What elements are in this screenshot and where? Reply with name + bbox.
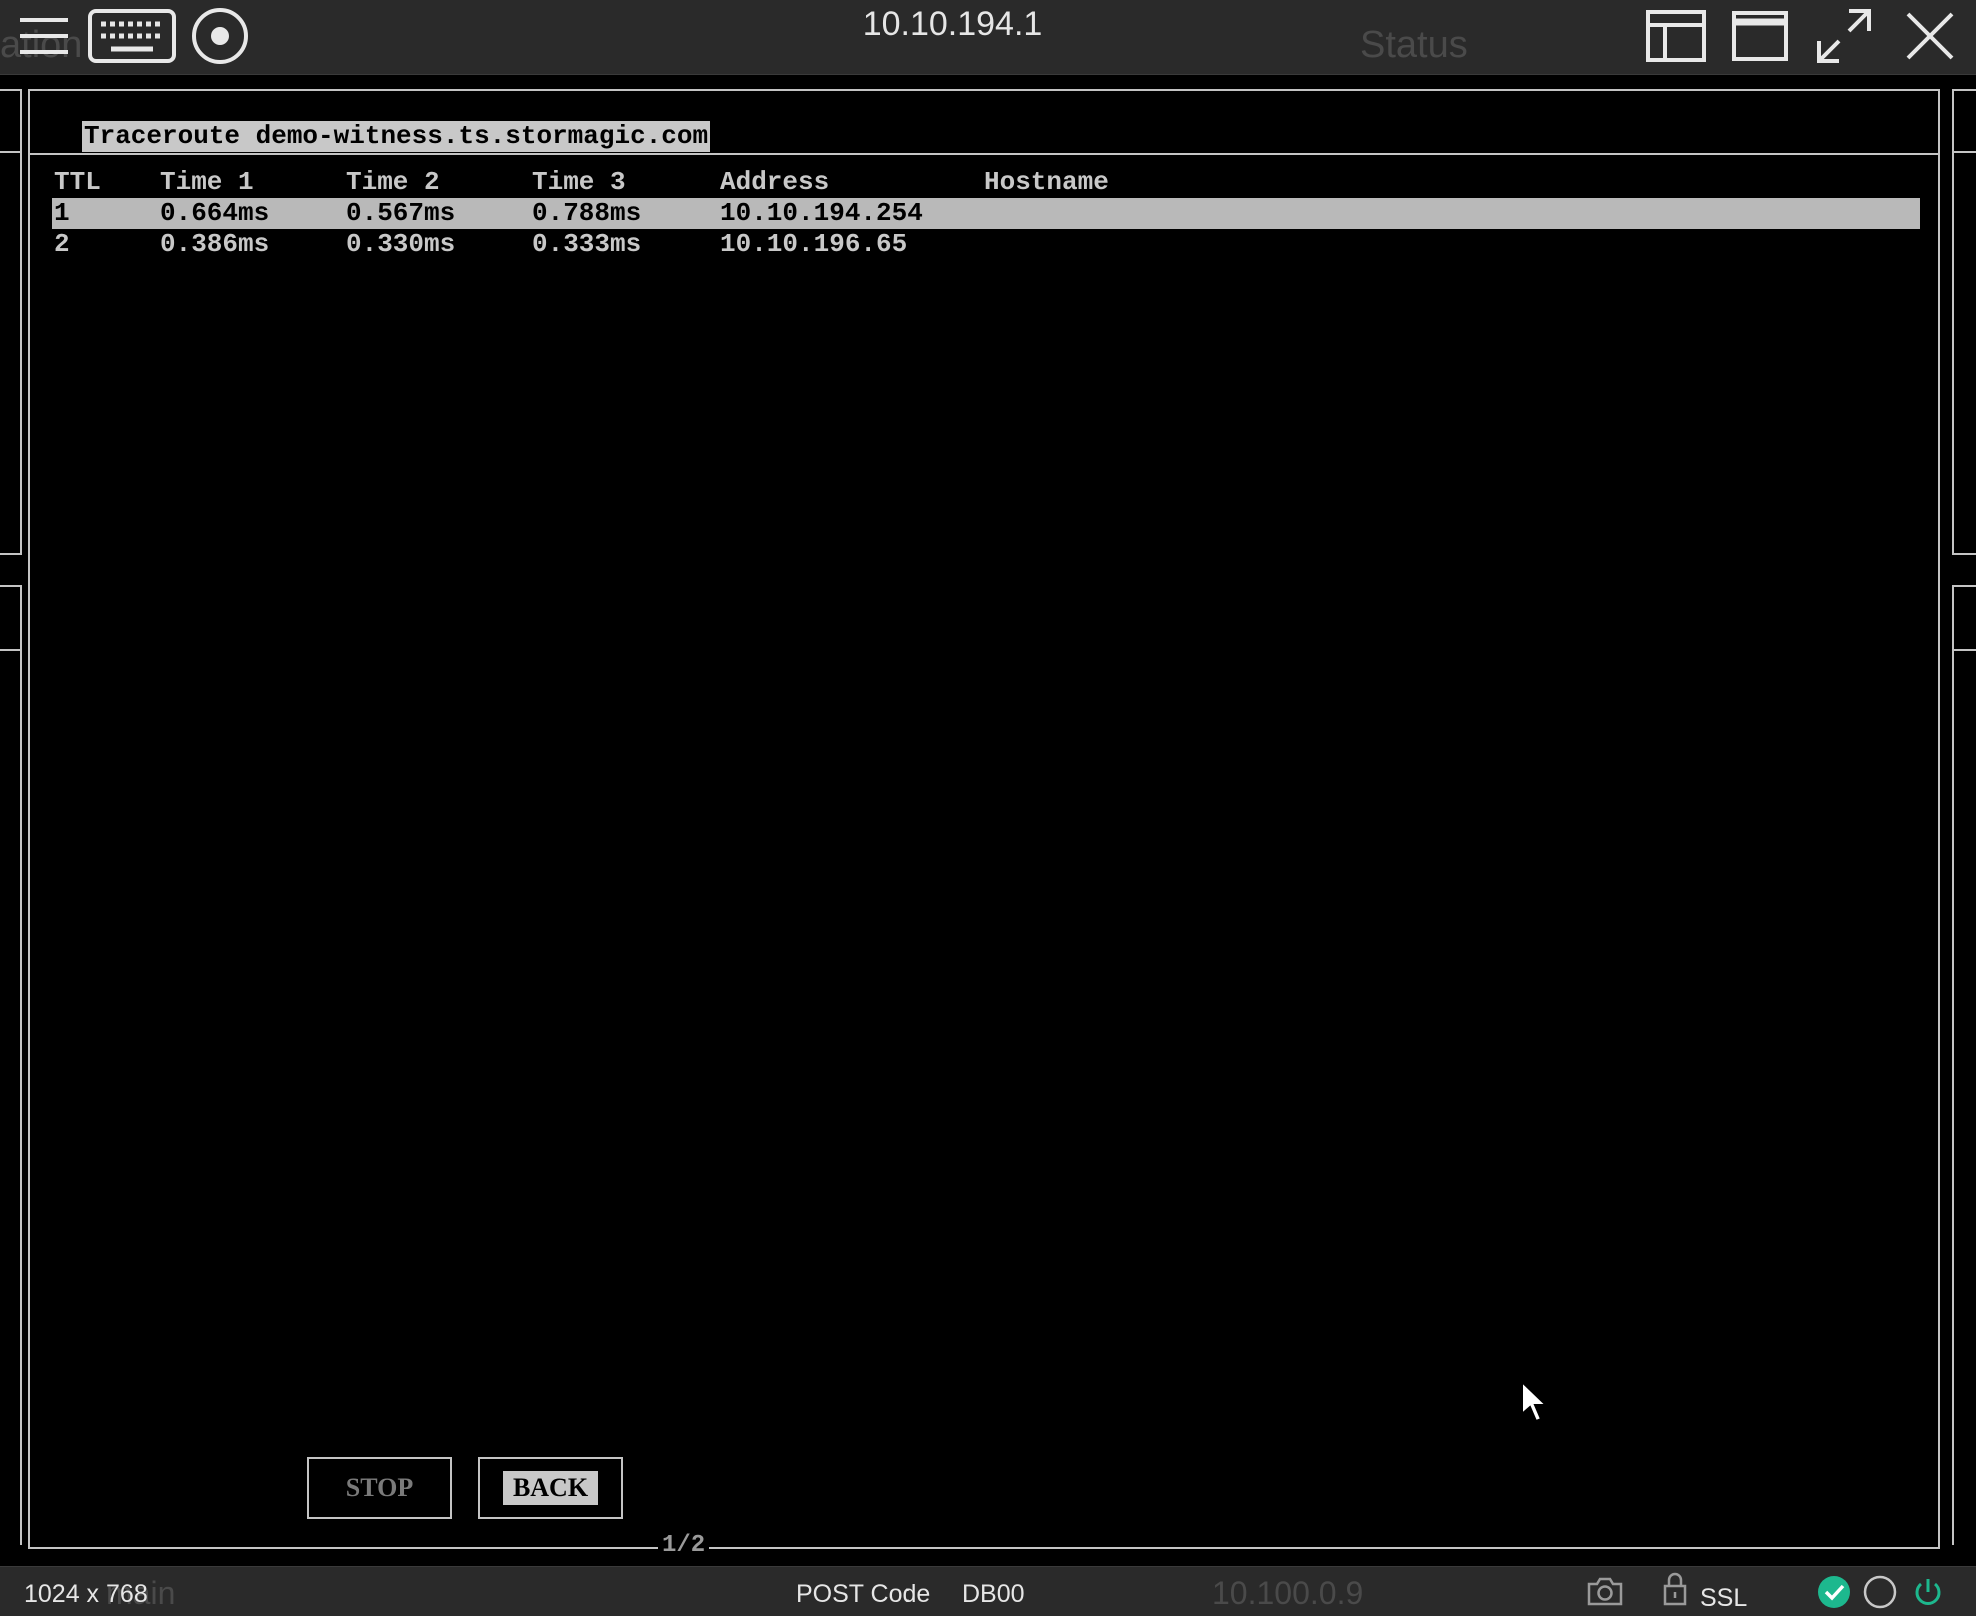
post-code-separator: : (904, 1580, 911, 1608)
frame-tick (0, 585, 22, 587)
time1-cell: 0.386ms (160, 229, 270, 259)
layout-icon[interactable] (1644, 4, 1708, 68)
table-row[interactable]: 2 0.386ms 0.330ms 0.333ms 10.10.196.65 (52, 229, 1920, 260)
background-ip-text: 10.100.0.9 (1212, 1575, 1364, 1611)
time1-cell: 0.664ms (160, 198, 270, 228)
title-divider (30, 153, 1938, 155)
viewer-top-bar: ation Status 10.10.194.1 (0, 0, 1976, 75)
remote-console[interactable]: Traceroute demo-witness.ts.stormagic.com… (0, 75, 1976, 1566)
back-button[interactable]: BACK (478, 1457, 623, 1519)
traceroute-panel: Traceroute demo-witness.ts.stormagic.com… (28, 89, 1940, 1549)
column-header: Time 3 (532, 167, 626, 197)
frame-tick (1952, 89, 1976, 91)
ttl-cell: 1 (54, 198, 70, 228)
connection-ok-icon (1818, 1576, 1850, 1608)
mouse-pointer-icon (1521, 1380, 1549, 1423)
frame-tick (1952, 649, 1976, 651)
column-header: TTL (54, 167, 101, 197)
resolution-label: 1024 x 768 (24, 1580, 148, 1608)
window-title: 10.10.194.1 (862, 5, 1043, 43)
stop-button-label: STOP (345, 1473, 414, 1502)
time3-cell: 0.333ms (532, 229, 642, 259)
status-circle-icon (1863, 1575, 1897, 1609)
time2-cell: 0.567ms (346, 198, 456, 228)
window-icon[interactable] (1728, 4, 1792, 68)
close-icon[interactable] (1898, 4, 1962, 68)
address-cell: 10.10.196.65 (720, 229, 908, 259)
frame-tick (20, 89, 22, 555)
column-header: Time 2 (346, 167, 440, 197)
ttl-cell: 2 (54, 229, 70, 259)
frame-tick (1952, 151, 1976, 153)
column-header: Address (720, 167, 830, 197)
frame-tick (1952, 89, 1954, 555)
traceroute-table: TTL Time 1 Time 2 Time 3 Address Hostnam… (52, 167, 1920, 260)
frame-tick (1952, 553, 1976, 555)
time3-cell: 0.788ms (532, 198, 642, 228)
post-code-value: DB00 (962, 1580, 1025, 1608)
frame-tick (0, 151, 22, 153)
frame-tick (1952, 585, 1954, 1545)
viewer-status-bar: main 1024 x 768 POST Code : DB00 10.100.… (0, 1566, 1976, 1616)
time2-cell: 0.330ms (346, 229, 456, 259)
panel-title: Traceroute demo-witness.ts.stormagic.com (82, 121, 711, 152)
table-row[interactable]: 1 0.664ms 0.567ms 0.788ms 10.10.194.254 (52, 198, 1920, 229)
frame-tick (20, 585, 22, 1545)
power-icon[interactable] (1910, 1574, 1946, 1610)
frame-tick (0, 553, 22, 555)
frame-tick (1952, 585, 1976, 587)
fullscreen-icon[interactable] (1812, 4, 1876, 68)
column-header: Hostname (984, 167, 1109, 197)
address-cell: 10.10.194.254 (720, 198, 923, 228)
frame-tick (0, 649, 22, 651)
lock-icon (1663, 1572, 1687, 1606)
table-header: TTL Time 1 Time 2 Time 3 Address Hostnam… (52, 167, 1920, 198)
page-indicator: 1/2 (658, 1532, 710, 1560)
stop-button[interactable]: STOP (307, 1457, 452, 1519)
column-header: Time 1 (160, 167, 254, 197)
ssl-label: SSL (1700, 1584, 1748, 1612)
frame-tick (0, 89, 22, 91)
back-button-label: BACK (502, 1471, 599, 1505)
screenshot-camera-icon[interactable] (1586, 1575, 1624, 1607)
